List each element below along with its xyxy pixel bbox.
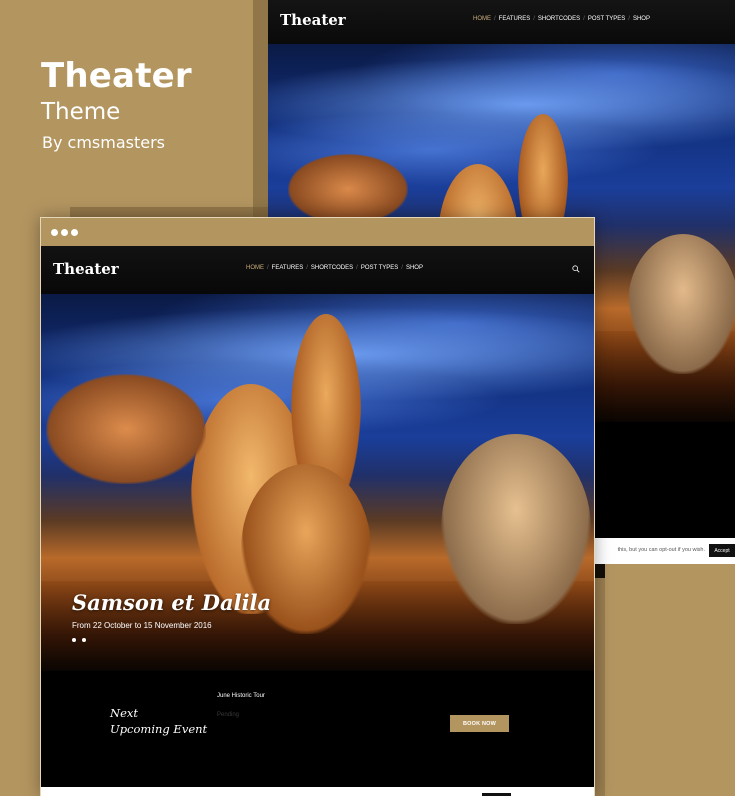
promo-byline: By cmsmasters (42, 133, 166, 152)
panel-shadow (595, 564, 605, 796)
promo-subtitle: Theme (41, 99, 121, 125)
desktop-header: Theater HOME / FEATURES / SHORTCODES / P… (268, 0, 735, 44)
desktop-nav: HOME / FEATURES / SHORTCODES / POST TYPE… (470, 16, 653, 22)
nav-item-home[interactable]: HOME (473, 16, 491, 22)
nav-item-post-types[interactable]: POST TYPES (361, 265, 398, 271)
promo-title: Theater (41, 56, 192, 96)
dancer-figure (46, 374, 206, 484)
upcoming-heading: Next Upcoming Event (110, 705, 207, 737)
site-header: Theater HOME / FEATURES / SHORTCODES / P… (41, 246, 594, 294)
browser-chrome (41, 218, 594, 246)
nav-separator: / (628, 16, 630, 22)
dancer-figure (441, 434, 591, 624)
next-section-strip (41, 787, 594, 796)
nav-separator: / (533, 16, 535, 22)
nav-item-shop[interactable]: SHOP (633, 16, 650, 22)
slide-title: Samson et Dalila (72, 590, 272, 615)
window-dot[interactable] (61, 229, 68, 236)
site-logo[interactable]: Theater (280, 11, 346, 29)
nav-separator: / (267, 265, 269, 271)
upcoming-heading-line2: Upcoming Event (110, 722, 208, 736)
event-name[interactable]: June Historic Tour (217, 693, 265, 699)
slider-dot-1[interactable] (72, 638, 76, 642)
browser-window: Theater HOME / FEATURES / SHORTCODES / P… (40, 217, 595, 796)
nav-separator: / (306, 265, 308, 271)
nav-item-features[interactable]: FEATURES (272, 265, 304, 271)
nav-separator: / (583, 16, 585, 22)
background-panel (605, 564, 735, 796)
nav-separator: / (401, 265, 403, 271)
upcoming-heading-line1: Next (110, 706, 138, 720)
cookie-accept-button[interactable]: Accept (709, 544, 735, 557)
nav-item-home[interactable]: HOME (246, 265, 264, 271)
nav-item-shop[interactable]: SHOP (406, 265, 423, 271)
nav-item-features[interactable]: FEATURES (499, 16, 531, 22)
event-status: Pending (217, 712, 240, 718)
site-logo[interactable]: Theater (53, 260, 119, 278)
nav-separator: / (356, 265, 358, 271)
dancer-figure (288, 154, 408, 224)
cookie-text: this, but you can opt-out if you wish. (617, 547, 705, 553)
screen-shadow (70, 207, 268, 217)
main-nav: HOME / FEATURES / SHORTCODES / POST TYPE… (243, 265, 426, 271)
slider-dot-2[interactable] (82, 638, 86, 642)
slide-dates: From 22 October to 15 November 2016 (72, 621, 212, 630)
window-dot[interactable] (51, 229, 58, 236)
window-dot[interactable] (71, 229, 78, 236)
book-now-button[interactable]: BOOK NOW (450, 715, 509, 732)
search-icon[interactable] (572, 265, 580, 273)
nav-item-shortcodes[interactable]: SHORTCODES (538, 16, 580, 22)
nav-item-shortcodes[interactable]: SHORTCODES (311, 265, 353, 271)
nav-separator: / (494, 16, 496, 22)
dancer-figure (628, 234, 735, 374)
nav-item-post-types[interactable]: POST TYPES (588, 16, 625, 22)
